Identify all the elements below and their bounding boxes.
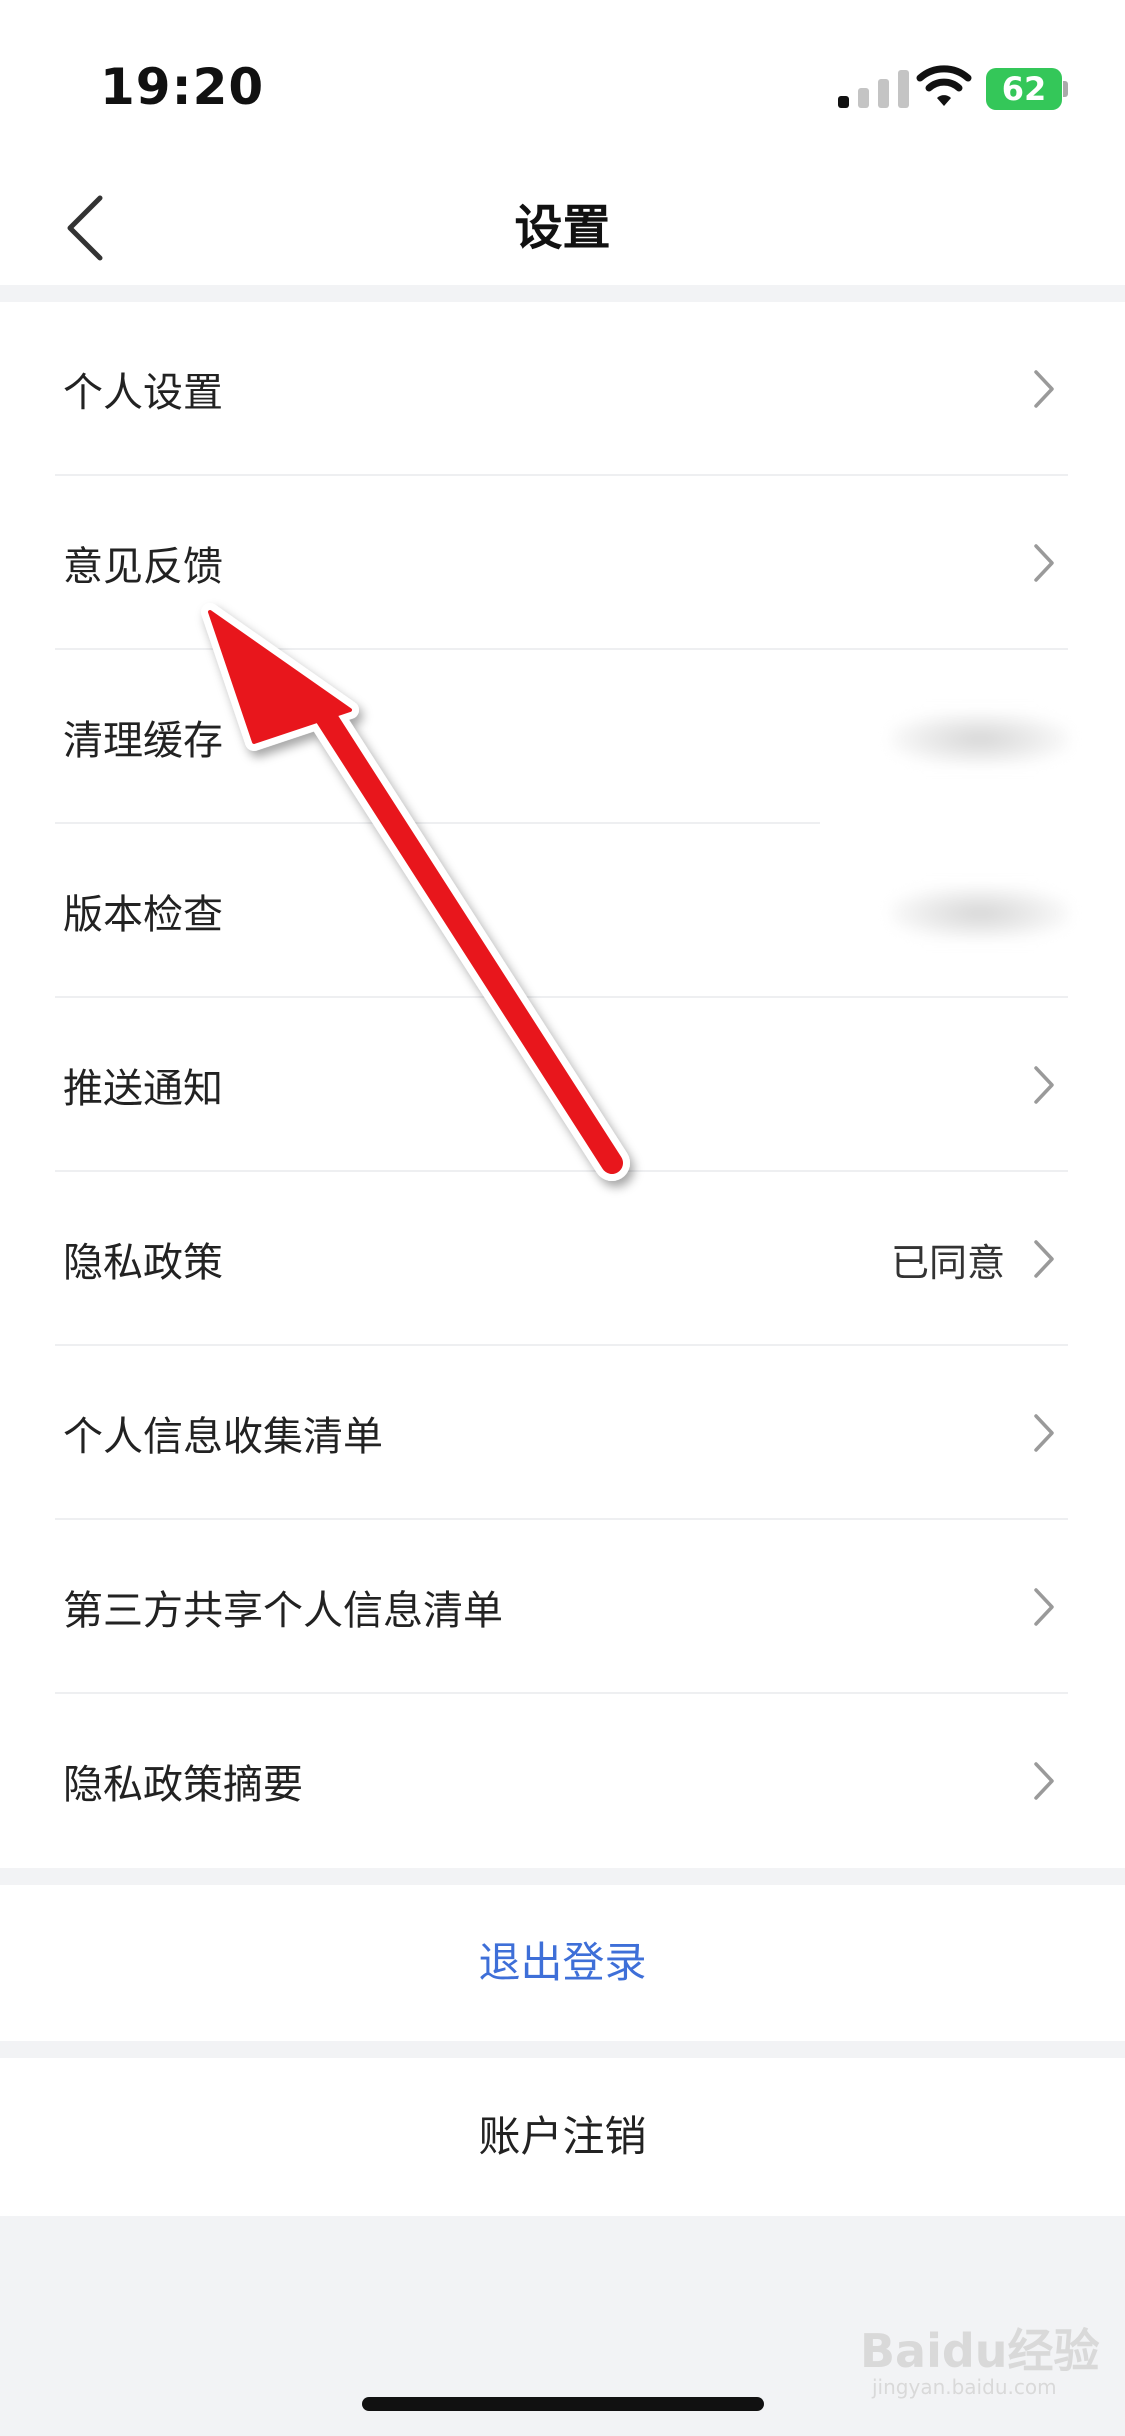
home-indicator [362, 2397, 764, 2411]
item-label: 隐私政策摘要 [63, 1762, 303, 1808]
list-item-personal-info-list[interactable]: 个人信息收集清单 [0, 1346, 1125, 1520]
chevron-right-icon [1034, 1762, 1054, 1800]
battery-level: 62 [1001, 70, 1047, 108]
status-bar: 19:20 62 [0, 0, 1125, 170]
settings-screen: 19:20 62 设置 个人设置 意见反馈 清理缓存 版本检查 推送通知 隐私政… [0, 0, 1125, 2436]
list-item-clear-cache[interactable]: 清理缓存 [0, 650, 1125, 824]
logout-button[interactable]: 退出登录 [0, 1885, 1125, 2041]
logout-section: 退出登录 [0, 1885, 1125, 2041]
item-label: 隐私政策 [63, 1240, 223, 1286]
blurred-cache-size [890, 712, 1070, 766]
watermark-text: Baidu经验 [860, 2324, 1100, 2378]
privacy-status-value: 已同意 [890, 1241, 1005, 1285]
nav-bar: 设置 [0, 170, 1125, 285]
list-item-privacy-policy[interactable]: 隐私政策 已同意 [0, 1172, 1125, 1346]
cellular-signal-icon [838, 70, 909, 108]
chevron-right-icon [1034, 544, 1054, 582]
list-item-privacy-summary[interactable]: 隐私政策摘要 [0, 1694, 1125, 1868]
list-item-push-notification[interactable]: 推送通知 [0, 998, 1125, 1172]
item-label: 推送通知 [63, 1066, 223, 1112]
chevron-right-icon [1034, 1414, 1054, 1452]
deactivate-section: 账户注销 [0, 2058, 1125, 2216]
battery-nub [1063, 81, 1068, 97]
account-deactivate-button[interactable]: 账户注销 [0, 2058, 1125, 2216]
item-label: 个人设置 [63, 370, 223, 416]
blurred-version-number [890, 886, 1070, 940]
chevron-right-icon [1034, 1066, 1054, 1104]
chevron-right-icon [1034, 1240, 1054, 1278]
page-title: 设置 [514, 200, 611, 256]
item-label: 第三方共享个人信息清单 [63, 1588, 503, 1634]
settings-list: 个人设置 意见反馈 清理缓存 版本检查 推送通知 隐私政策 已同意 个人信息收集… [0, 302, 1125, 1868]
status-time: 19:20 [100, 58, 265, 116]
item-label: 意见反馈 [63, 544, 223, 590]
item-label: 清理缓存 [63, 718, 223, 764]
chevron-right-icon [1034, 370, 1054, 408]
item-label: 个人信息收集清单 [63, 1414, 383, 1460]
watermark-sub: jingyan.baidu.com [872, 2375, 1057, 2399]
baidu-watermark: Baidu经验 jingyan.baidu.com [860, 2315, 1100, 2399]
wifi-icon [916, 65, 972, 106]
battery-icon: 62 [986, 68, 1068, 110]
list-item-personal-settings[interactable]: 个人设置 [0, 302, 1125, 476]
list-item-version-check[interactable]: 版本检查 [0, 824, 1125, 998]
item-label: 版本检查 [63, 892, 223, 938]
list-item-feedback[interactable]: 意见反馈 [0, 476, 1125, 650]
chevron-right-icon [1034, 1588, 1054, 1626]
list-item-third-party-sharing[interactable]: 第三方共享个人信息清单 [0, 1520, 1125, 1694]
